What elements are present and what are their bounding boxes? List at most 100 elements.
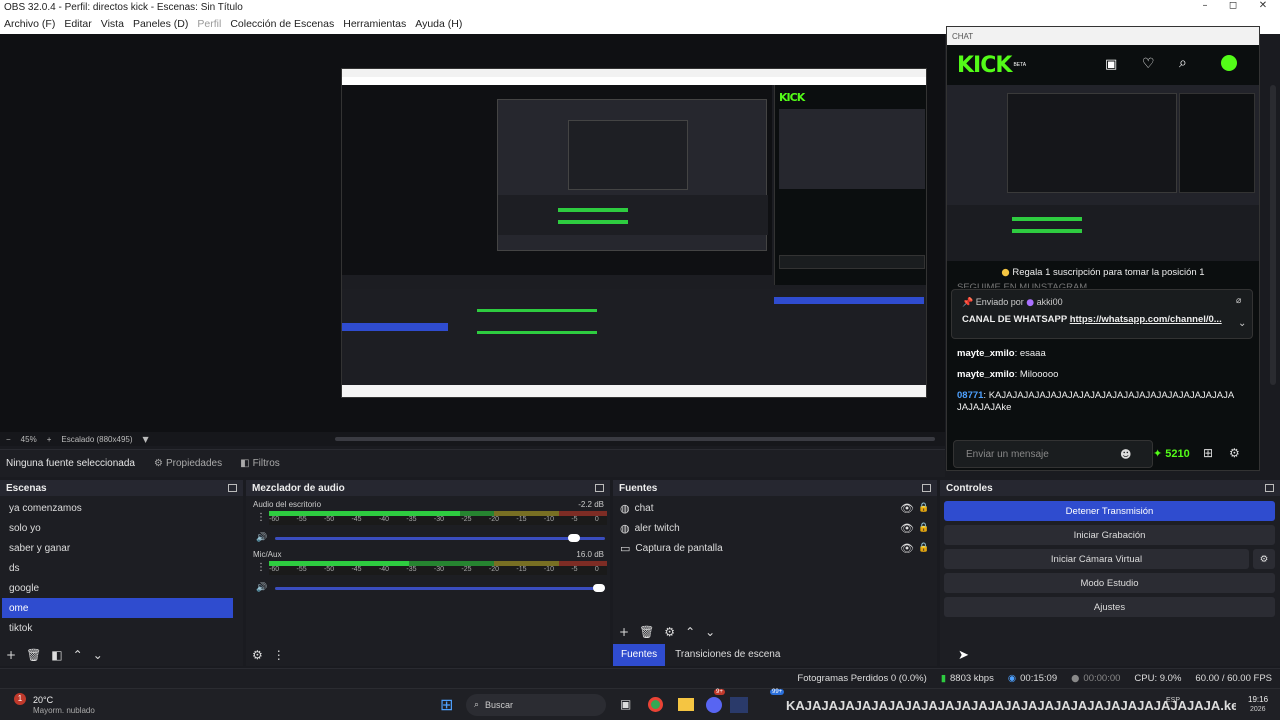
chrome-icon[interactable] bbox=[648, 697, 663, 712]
menu-perfil[interactable]: Perfil bbox=[197, 18, 221, 30]
search-icon[interactable]: ⌕ bbox=[1179, 55, 1187, 71]
clock-time[interactable]: 19:16 bbox=[1248, 695, 1268, 704]
scene-item[interactable]: ds bbox=[2, 558, 233, 578]
chat-message[interactable]: mayte_xmilo: esaaa bbox=[947, 348, 1247, 360]
gear-icon[interactable]: ⚙ bbox=[1229, 446, 1240, 460]
menu-coleccion[interactable]: Colección de Escenas bbox=[230, 18, 334, 30]
channel-menu-icon[interactable]: ⋮ bbox=[256, 562, 266, 573]
right-dock-scrollbar[interactable] bbox=[1270, 85, 1276, 385]
pinned-message[interactable]: 📌 Enviado por ● akki00 CANAL DE WHATSAPP… bbox=[951, 289, 1253, 339]
start-recording-button[interactable]: Iniciar Grabación bbox=[944, 525, 1275, 545]
properties-button[interactable]: ⚙ Propiedades bbox=[154, 458, 222, 469]
library-icon[interactable]: ▣ bbox=[1105, 57, 1117, 72]
chat-username[interactable]: 08771 bbox=[957, 390, 983, 401]
trash-icon[interactable]: 🗑 bbox=[639, 625, 654, 639]
emoji-icon[interactable]: ☻ bbox=[1120, 448, 1131, 461]
volume-slider[interactable] bbox=[275, 584, 605, 592]
undock-icon[interactable] bbox=[1265, 484, 1274, 492]
start-virtual-camera-button[interactable]: Iniciar Cámara Virtual bbox=[944, 549, 1249, 569]
task-view-icon[interactable]: ▣ bbox=[620, 697, 631, 711]
speaker-icon[interactable]: 🔊 bbox=[256, 583, 267, 593]
obs-icon[interactable] bbox=[730, 697, 748, 713]
chat-message[interactable]: 08771: KAJAJAJAJAJAJAJAJAJAJAJAJAJAJAJAJ… bbox=[947, 390, 1247, 414]
minimize-button[interactable]: – bbox=[1190, 0, 1220, 14]
menu-dots-icon[interactable]: ⋮ bbox=[273, 648, 285, 662]
lock-icon[interactable]: 🔒 bbox=[918, 523, 929, 533]
virtual-camera-settings-icon[interactable]: ⚙ bbox=[1253, 549, 1275, 569]
zoom-out-button[interactable]: − bbox=[6, 435, 11, 444]
chat-message[interactable]: mayte_xmilo: Milooooo bbox=[947, 369, 1247, 381]
preview-canvas[interactable]: KICK bbox=[341, 68, 927, 398]
heart-icon[interactable]: ♡ bbox=[1142, 56, 1155, 72]
language[interactable]: ESP bbox=[1166, 697, 1180, 704]
advanced-audio-icon[interactable]: ⚙ bbox=[252, 648, 263, 662]
zoom-in-button[interactable]: + bbox=[47, 435, 52, 444]
discord-icon[interactable] bbox=[706, 697, 722, 713]
windows-start-icon[interactable]: ⊞ bbox=[440, 695, 453, 714]
volume-slider-handle[interactable] bbox=[568, 534, 580, 542]
trash-icon[interactable]: 🗑 bbox=[26, 648, 41, 662]
eye-icon[interactable]: 👁 bbox=[900, 542, 914, 555]
scene-item[interactable]: saber y ganar bbox=[2, 538, 233, 558]
undock-icon[interactable] bbox=[595, 484, 604, 492]
lock-icon[interactable]: 🔒 bbox=[918, 503, 929, 513]
stop-streaming-button[interactable]: Detener Transmisión bbox=[944, 501, 1275, 521]
gear-icon[interactable]: ⚙ bbox=[664, 625, 675, 639]
filters-button[interactable]: ◧ Filtros bbox=[240, 458, 280, 469]
preview-horizontal-scrollbar[interactable] bbox=[335, 437, 935, 441]
volume-slider[interactable] bbox=[275, 534, 605, 542]
gift-banner[interactable]: ● Regala 1 suscripción para tomar la pos… bbox=[947, 267, 1259, 279]
stream-preview[interactable] bbox=[947, 85, 1259, 261]
menu-paneles[interactable]: Paneles (D) bbox=[133, 18, 188, 30]
scene-item[interactable]: ya comenzamos bbox=[2, 498, 233, 518]
maximize-button[interactable]: ◻ bbox=[1218, 0, 1248, 14]
menu-vista[interactable]: Vista bbox=[101, 18, 124, 30]
move-up-icon[interactable]: ⌃ bbox=[685, 625, 695, 639]
menu-ayuda[interactable]: Ayuda (H) bbox=[415, 18, 462, 30]
folder-icon[interactable] bbox=[678, 698, 694, 711]
tab-fuentes[interactable]: Fuentes bbox=[613, 644, 666, 666]
clock-date[interactable]: 2026 bbox=[1250, 706, 1266, 713]
pinned-link[interactable]: https://whatsapp.com/channel/0... bbox=[1070, 314, 1222, 325]
source-item[interactable]: ◍ aler twitch 👁 🔒 bbox=[613, 518, 937, 538]
taskbar-search[interactable]: ⌕ Buscar bbox=[466, 694, 606, 716]
kick-logo[interactable]: KICK bbox=[957, 53, 1012, 78]
channel-menu-icon[interactable]: ⋮ bbox=[256, 512, 266, 523]
add-icon[interactable]: + bbox=[619, 625, 629, 639]
weather-temp[interactable]: 20°C bbox=[33, 695, 53, 705]
close-button[interactable]: ✕ bbox=[1248, 0, 1278, 14]
undock-icon[interactable] bbox=[228, 484, 237, 492]
menu-archivo[interactable]: Archivo (F) bbox=[4, 18, 55, 30]
unpin-icon[interactable]: ⌀ bbox=[1236, 296, 1241, 306]
tab-transiciones[interactable]: Transiciones de escena bbox=[665, 644, 790, 666]
menu-herramientas[interactable]: Herramientas bbox=[343, 18, 406, 30]
speaker-icon[interactable]: 🔊 bbox=[256, 533, 267, 543]
scene-item[interactable]: solo yo bbox=[2, 518, 233, 538]
eye-icon[interactable]: 👁 bbox=[900, 522, 914, 535]
move-down-icon[interactable]: ⌄ bbox=[93, 648, 103, 662]
scene-item[interactable]: tiktok bbox=[2, 618, 233, 638]
filter-icon[interactable]: ◧ bbox=[51, 648, 62, 662]
menu-editar[interactable]: Editar bbox=[64, 18, 91, 30]
eye-icon[interactable]: 👁 bbox=[900, 502, 914, 515]
scale-dropdown-icon[interactable]: ▼ bbox=[143, 435, 149, 444]
source-item[interactable]: ◍ chat 👁 🔒 bbox=[613, 498, 937, 518]
source-item[interactable]: ▭ Captura de pantalla 👁 🔒 bbox=[613, 538, 937, 558]
gift-icon[interactable]: ⊞ bbox=[1203, 446, 1213, 460]
weather-desc[interactable]: Mayorm. nublado bbox=[33, 706, 95, 715]
scene-item[interactable]: google bbox=[2, 578, 233, 598]
lock-icon[interactable]: 🔒 bbox=[918, 543, 929, 553]
studio-mode-button[interactable]: Modo Estudio bbox=[944, 573, 1275, 593]
chevron-down-icon[interactable]: ⌄ bbox=[1238, 318, 1246, 329]
move-down-icon[interactable]: ⌄ bbox=[705, 625, 715, 639]
chat-username[interactable]: mayte_xmilo bbox=[957, 348, 1015, 359]
move-up-icon[interactable]: ⌃ bbox=[73, 648, 83, 662]
scene-item-selected[interactable]: ome bbox=[2, 598, 233, 618]
avatar[interactable] bbox=[1221, 55, 1237, 71]
volume-slider-handle[interactable] bbox=[593, 584, 605, 592]
settings-button[interactable]: Ajustes bbox=[944, 597, 1275, 617]
points-balance[interactable]: ✦ 5210 bbox=[1153, 447, 1190, 460]
add-icon[interactable]: + bbox=[6, 648, 16, 662]
undock-icon[interactable] bbox=[922, 484, 931, 492]
chat-username[interactable]: mayte_xmilo bbox=[957, 369, 1015, 380]
